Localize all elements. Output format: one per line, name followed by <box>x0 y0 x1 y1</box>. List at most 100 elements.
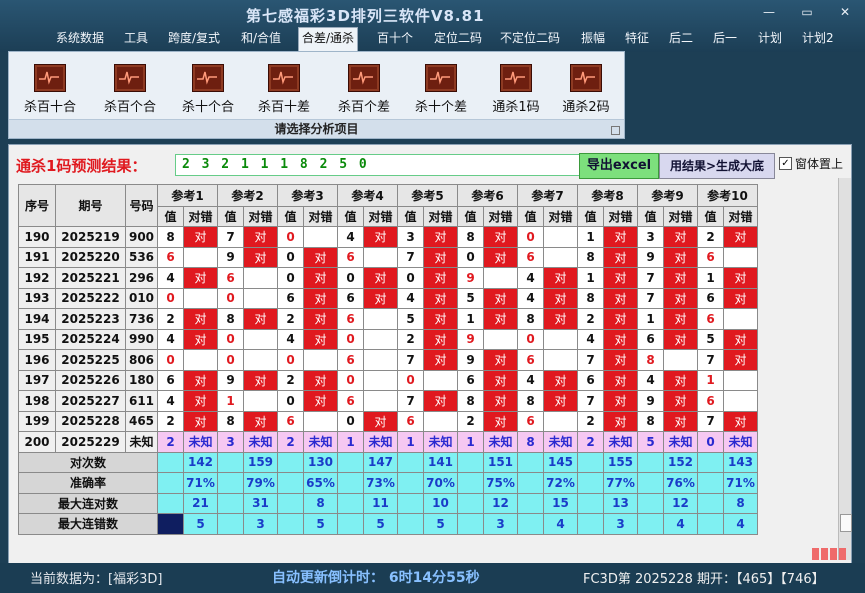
table-row[interactable]: 194 2025223 736 2 对 8 对 2 对 6 5 对 1 对 8 对 2 对 1 对 6 <box>18 308 758 330</box>
table-row[interactable]: 196 2025225 806 0 0 0 6 7 对 9 对 6 7 对 8 7 对 <box>18 349 758 371</box>
table-row[interactable]: 199 2025228 465 2 对 8 对 6 0 对 6 2 对 6 2 对 8 对 7 对 <box>18 410 758 432</box>
scrollbar-thumb[interactable] <box>840 514 852 532</box>
ribbon-button[interactable]: 杀百十合 <box>15 64 85 115</box>
cell-value: 9 <box>457 349 484 371</box>
ribbon-button[interactable]: 杀百十差 <box>249 64 319 115</box>
menu-item[interactable]: 和/合值 <box>238 28 284 50</box>
cell-hit: 对 <box>363 410 398 432</box>
chart-icon <box>34 64 66 92</box>
close-button[interactable]: ✕ <box>834 4 856 20</box>
header-ref: 参考8 <box>577 184 638 207</box>
cell-hit: 对 <box>183 328 218 350</box>
stats-pad <box>397 472 424 494</box>
menu-item[interactable]: 后二 <box>666 28 696 50</box>
menu-item[interactable]: 计划 <box>755 28 785 50</box>
cell-unknown: 未知 <box>303 431 338 453</box>
stats-pad <box>457 492 484 514</box>
menu-item[interactable]: 特征 <box>622 28 652 50</box>
menu-item[interactable]: 定位二码 <box>431 28 485 50</box>
cell-miss <box>363 369 398 391</box>
cell-value: 2 <box>577 431 604 453</box>
cell-issue: 2025224 <box>55 328 126 350</box>
cell-value: 1 <box>337 431 364 453</box>
vertical-scrollbar[interactable] <box>838 178 852 560</box>
title-bar: 第七感福彩3D排列三软件V8.81 — ▭ ✕ 系统数据 工具 跨度/复式 和/合值合… <box>0 0 865 52</box>
cell-miss <box>183 349 218 371</box>
cell-value: 1 <box>697 369 724 391</box>
ribbon-button[interactable]: 通杀2码 <box>551 64 621 115</box>
stats-label: 对次数 <box>18 451 158 473</box>
cell-hit: 对 <box>663 328 698 350</box>
table-row[interactable]: 193 2025222 010 0 0 6 对 6 对 4 对 5 对 4 对 8 对 7 对 6 对 <box>18 287 758 309</box>
ribbon-button-label: 杀百个差 <box>337 100 390 115</box>
table-row[interactable]: 195 2025224 990 4 对 0 4 对 0 2 对 9 0 4 对 6 对 5 对 <box>18 328 758 350</box>
menu-item[interactable]: 不定位二码 <box>497 28 563 50</box>
progress-block <box>812 548 819 560</box>
menu-item[interactable]: 系统数据 <box>53 28 107 50</box>
cell-value: 0 <box>337 369 364 391</box>
cell-value: 0 <box>217 349 244 371</box>
ribbon-button[interactable]: 杀十个合 <box>173 64 243 115</box>
cell-value: 6 <box>517 349 544 371</box>
table-row[interactable]: 197 2025226 180 6 对 9 对 2 对 0 0 6 对 4 对 6 对 4 对 1 <box>18 369 758 391</box>
table-row[interactable]: 191 2025220 536 6 9 对 0 对 6 7 对 0 对 6 8 对 9 对 6 <box>18 246 758 268</box>
ribbon-button[interactable]: 杀百个差 <box>329 64 399 115</box>
ribbon-button[interactable]: 通杀1码 <box>481 64 551 115</box>
menu-item[interactable]: 后一 <box>710 28 740 50</box>
menu-item[interactable]: 振幅 <box>578 28 608 50</box>
table-row[interactable]: 192 2025221 296 4 对 6 0 对 0 对 0 对 9 4 对 1 对 7 对 1 对 <box>18 267 758 289</box>
cell-unknown: 未知 <box>663 431 698 453</box>
menu-item[interactable]: 百十个 <box>374 28 416 50</box>
prediction-row[interactable]: 200 2025229 未知 2 未知 3 未知 2 未知 1 未知 1 未知 1 未知 8 未知 2 未知 5 未知 0… <box>18 431 758 453</box>
ribbon-expand-icon[interactable] <box>611 126 620 135</box>
stats-value: 13 <box>603 492 638 514</box>
cell-hit: 对 <box>543 369 578 391</box>
ribbon-button-label: 杀十个合 <box>181 100 234 115</box>
cell-unknown: 未知 <box>543 431 578 453</box>
stats-pad <box>637 451 664 473</box>
table-row[interactable]: 198 2025227 611 4 对 1 0 对 6 7 对 8 对 8 对 7 对 9 对 6 <box>18 390 758 412</box>
table-row[interactable]: 190 2025219 900 8 对 7 对 0 4 对 3 对 8 对 0 1 对 3 对 2 对 <box>18 226 758 248</box>
prediction-field[interactable]: 2 3 2 1 1 1 8 2 5 0 <box>175 154 583 176</box>
stats-pad <box>577 451 604 473</box>
menu-item[interactable]: 计划2 <box>799 28 837 50</box>
cell-num: 296 <box>125 267 158 289</box>
ribbon-button[interactable]: 杀十个差 <box>406 64 476 115</box>
generate-button[interactable]: 用结果>生成大底 <box>659 153 775 179</box>
cell-hit: 对 <box>183 390 218 412</box>
cell-hit: 对 <box>603 410 638 432</box>
ribbon-button-label: 杀百十差 <box>257 100 310 115</box>
chart-icon <box>500 64 532 92</box>
cell-value: 4 <box>337 226 364 248</box>
cell-value: 6 <box>457 369 484 391</box>
progress-indicator <box>812 545 850 560</box>
pin-checkbox[interactable]: ✓ <box>779 157 792 170</box>
cell-miss <box>363 328 398 350</box>
stats-pad <box>457 451 484 473</box>
menu-item[interactable]: 跨度/复式 <box>165 28 223 50</box>
cell-hit: 对 <box>303 267 338 289</box>
cell-num: 990 <box>125 328 158 350</box>
header-hit: 对错 <box>663 206 698 227</box>
stats-pad <box>457 513 484 535</box>
cell-hit: 对 <box>303 328 338 350</box>
stats-pad <box>337 513 364 535</box>
cell-hit: 对 <box>423 267 458 289</box>
cell-hit: 对 <box>423 246 458 268</box>
minimize-button[interactable]: — <box>758 4 780 20</box>
maximize-button[interactable]: ▭ <box>796 4 818 20</box>
cell-value: 6 <box>697 308 724 330</box>
header-ref: 参考6 <box>457 184 518 207</box>
header-ref: 参考9 <box>637 184 698 207</box>
cell-miss <box>543 246 578 268</box>
ribbon-button[interactable]: 杀百个合 <box>95 64 165 115</box>
cell-miss <box>303 410 338 432</box>
stats-pad <box>157 492 184 514</box>
export-excel-button[interactable]: 导出excel <box>579 153 659 179</box>
header-value: 值 <box>637 206 664 227</box>
cell-hit: 对 <box>423 390 458 412</box>
menu-item[interactable]: 工具 <box>121 28 151 50</box>
menu-item[interactable]: 合差/通杀 <box>298 27 359 51</box>
stats-pad <box>277 451 304 473</box>
header-seq: 序号 <box>18 184 56 227</box>
